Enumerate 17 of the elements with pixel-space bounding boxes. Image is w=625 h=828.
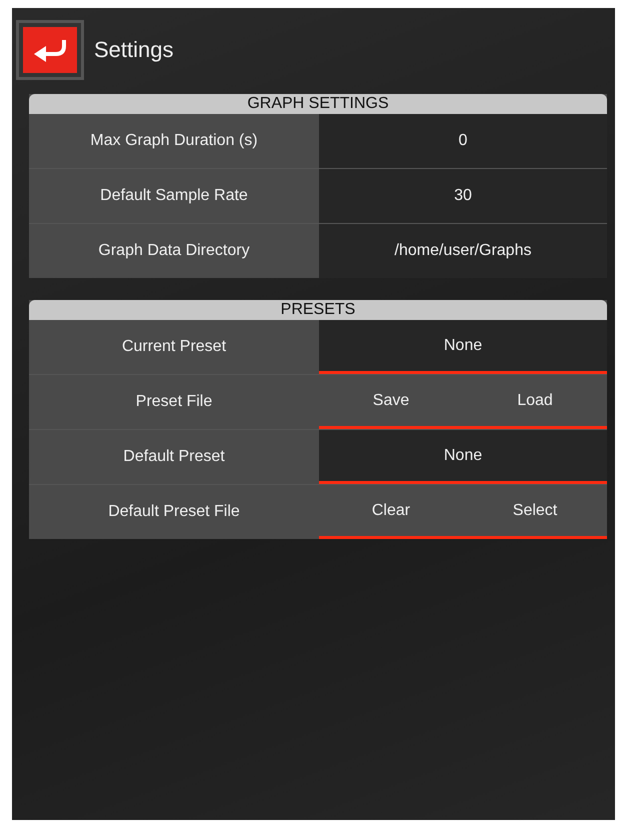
setting-label: Default Preset [122,447,226,467]
section-header: PRESETS [29,300,607,320]
setting-label: Graph Data Directory [97,241,251,261]
setting-label: Default Preset File [107,502,241,522]
return-arrow-icon [32,38,68,62]
value-field[interactable]: /home/user/Graphs [319,224,607,278]
setting-label: Preset File [134,392,214,412]
value-field[interactable]: 0 [319,114,607,168]
section-header: GRAPH SETTINGS [29,94,607,114]
value-field[interactable]: None [319,320,607,374]
setting-label: Max Graph Duration (s) [89,131,259,151]
value-field[interactable]: 30 [319,169,607,223]
setting-label: Current Preset [120,337,228,357]
page-title: Settings [94,37,174,63]
setting-label: Default Sample Rate [99,186,249,206]
value-field[interactable]: None [319,430,607,484]
back-button[interactable] [16,20,84,80]
